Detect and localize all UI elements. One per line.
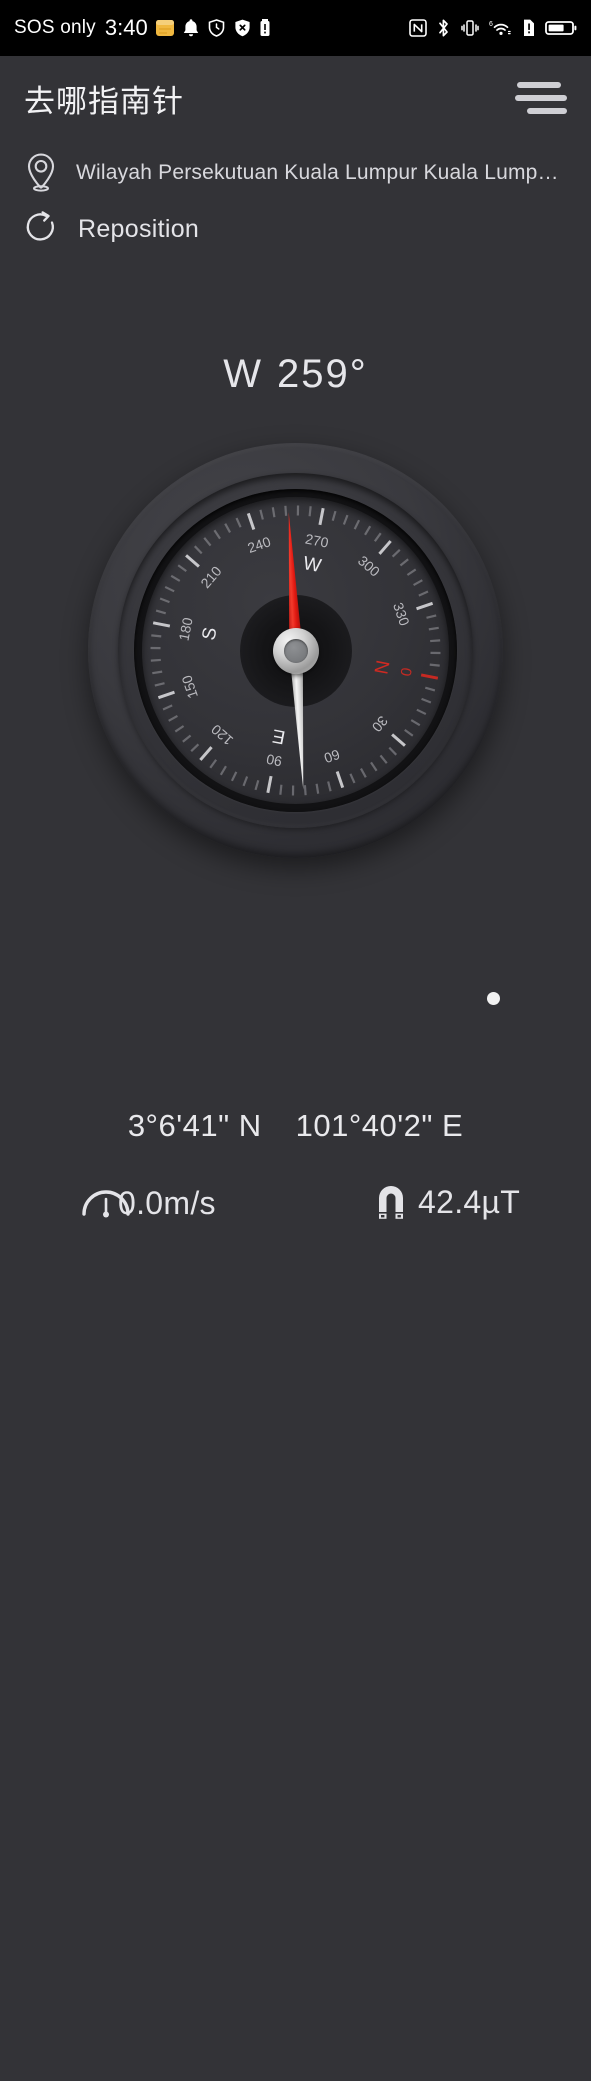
- hamburger-menu-icon[interactable]: [511, 78, 567, 118]
- magnetic-field-value: 42.4µT: [418, 1183, 521, 1220]
- heading-direction: W: [223, 352, 264, 396]
- location-address: Wilayah Persekutuan Kuala Lumpur Kuala L…: [76, 161, 559, 184]
- page-title: 去哪指南针: [24, 83, 184, 119]
- clock-label: 3:40: [104, 15, 148, 40]
- battery-icon: [545, 19, 577, 37]
- refresh-icon: [24, 208, 60, 250]
- location-pin-icon: [24, 152, 58, 194]
- menu-line-3: [527, 108, 567, 114]
- reposition-label: Reposition: [78, 214, 200, 243]
- svg-text:N: N: [369, 658, 392, 675]
- longitude-value: 101°40'2" E: [295, 1108, 464, 1143]
- svg-text:6: 6: [489, 21, 493, 28]
- wifi-6-icon: 6: [489, 18, 513, 38]
- speed-value: 0.0m/s: [118, 1184, 216, 1221]
- heading-readout: W 259°: [0, 352, 591, 397]
- svg-text:330: 330: [390, 600, 413, 627]
- compass-dial: 0 30 60 90 120 150 180 210 240 270 300 330 N E S W: [142, 497, 449, 804]
- bell-icon: [182, 18, 200, 38]
- nfc-icon: [409, 19, 427, 37]
- framed-picture-icon[interactable]: 🖼️: [446, 1010, 538, 1082]
- white-dot-indicator: [487, 992, 500, 1005]
- svg-text:0: 0: [396, 666, 414, 677]
- svg-text:60: 60: [322, 746, 342, 766]
- svg-text:120: 120: [208, 721, 236, 749]
- svg-text:210: 210: [197, 563, 225, 591]
- app-bar: 去哪指南针: [0, 56, 591, 140]
- heading-degrees: 259°: [277, 352, 368, 396]
- shield-x-icon: [233, 18, 252, 38]
- menu-line-2: [515, 95, 567, 101]
- status-bar: SOS only 3:40 6: [0, 0, 591, 56]
- compass-dial-rotor: 0 30 60 90 120 150 180 210 240 270 300 330 N E S W: [142, 497, 449, 804]
- vibrate-icon: [460, 18, 480, 38]
- svg-text:E: E: [271, 724, 287, 747]
- carrier-label: SOS only: [14, 17, 96, 38]
- svg-text:180: 180: [175, 616, 195, 642]
- svg-text:150: 150: [178, 673, 201, 700]
- calendar-icon: [155, 18, 175, 38]
- compass-dial-graphics: 0 30 60 90 120 150 180 210 240 270 300 330 N E S W: [150, 505, 441, 796]
- speed-sensor: 0.0m/s: [78, 1182, 216, 1224]
- compass-widget[interactable]: 0 30 60 90 120 150 180 210 240 270 300 330 N E S W: [88, 443, 503, 858]
- status-bar-left: SOS only 3:40: [14, 15, 271, 41]
- bluetooth-icon: [436, 18, 451, 38]
- location-row[interactable]: Wilayah Persekutuan Kuala Lumpur Kuala L…: [24, 152, 559, 194]
- svg-text:W: W: [301, 553, 323, 577]
- svg-text:240: 240: [245, 533, 272, 556]
- latitude-value: 3°6'41" N: [127, 1108, 262, 1143]
- sim-alert-icon: [522, 18, 536, 38]
- svg-text:S: S: [199, 626, 222, 642]
- alarm-shield-icon: [207, 18, 226, 38]
- battery-alert-icon: [259, 18, 271, 38]
- coordinates-readout: 3°6'41" N 101°40'2" E: [0, 1108, 591, 1144]
- magnetometer-sensor: 42.4µT: [374, 1182, 520, 1222]
- svg-text:90: 90: [265, 751, 284, 770]
- menu-line-1: [517, 82, 561, 88]
- status-bar-right: 6: [409, 18, 577, 38]
- svg-text:270: 270: [304, 530, 330, 550]
- svg-text:300: 300: [355, 552, 383, 580]
- reposition-row[interactable]: Reposition: [24, 208, 199, 250]
- magnet-icon: [374, 1182, 408, 1222]
- sensor-row: 0.0m/s 42.4µT: [0, 1182, 591, 1242]
- svg-text:30: 30: [369, 713, 391, 735]
